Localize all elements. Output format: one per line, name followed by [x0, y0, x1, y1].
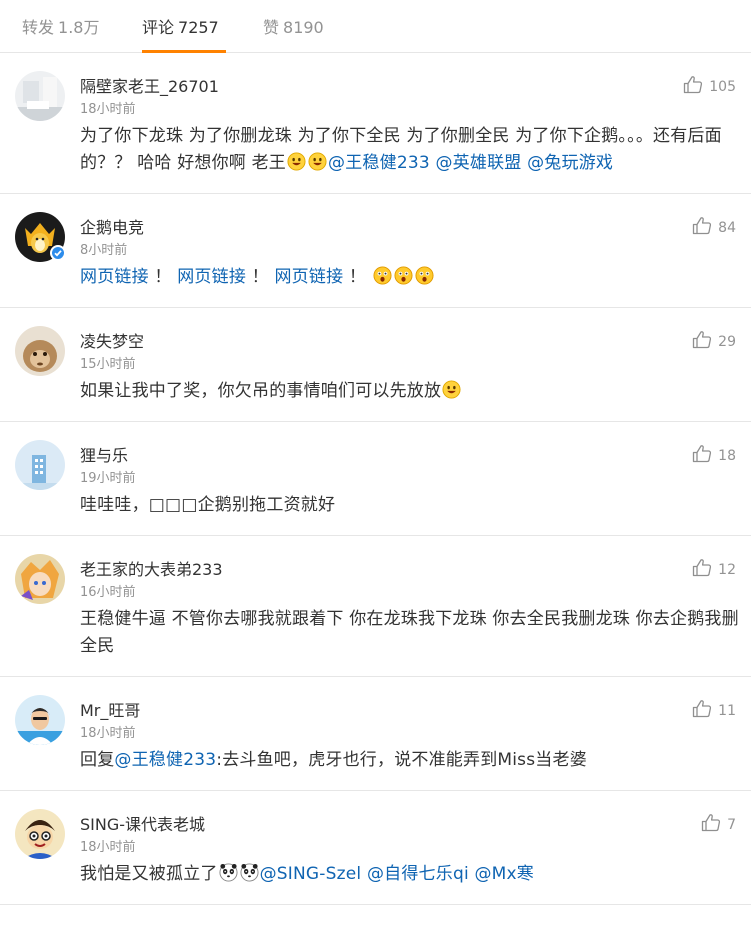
thumbs-up-icon [692, 216, 712, 239]
comment-body: 如果让我中了奖，你欠吊的事情咱们可以先放放 [80, 381, 442, 401]
comment-list: 隔壁家老王_26701 18小时前 105 为了你下龙珠 为了你删龙珠 为了你下… [0, 53, 751, 905]
grin-emoji [308, 152, 327, 171]
comment-username[interactable]: Mr_旺哥 [80, 697, 140, 721]
comment-username[interactable]: 狸与乐 [80, 442, 128, 466]
mention-link[interactable]: @自得七乐qi [367, 864, 469, 884]
comment-text: 哇哇哇，□□□企鹅别拖工资就好 [80, 492, 740, 519]
monkey-avatar[interactable] [15, 326, 65, 376]
comment-time: 18小时前 [80, 102, 136, 117]
comment-body: 哇哇哇，□□□企鹅别拖工资就好 [80, 495, 336, 515]
comment-time: 16小时前 [80, 585, 136, 600]
thumbs-up-icon [683, 75, 703, 98]
grin-emoji [442, 380, 461, 399]
thumbs-up-icon [692, 330, 712, 353]
like-count: 105 [709, 78, 736, 95]
comment-item: 企鹅电竞 8小时前 84 网页链接 ！ 网页链接 ！ 网页链接 ！ [0, 194, 751, 308]
like-button[interactable]: 18 [692, 444, 736, 467]
tab-likes[interactable]: 赞 8190 [263, 14, 324, 53]
comment-text: 我怕是又被孤立了 @SING-Szel @自得七乐qi @Mx寒 [80, 861, 740, 888]
comment-item: 狸与乐 19小时前 18 哇哇哇，□□□企鹅别拖工资就好 [0, 422, 751, 536]
shock-emoji [373, 266, 392, 285]
comment-username[interactable]: 老王家的大表弟233 [80, 556, 223, 580]
tab-count: 1.8万 [58, 18, 100, 37]
mention-link[interactable]: @SING-Szel [260, 864, 362, 884]
comment-text: 回复@王稳健233:去斗鱼吧，虎牙也行，说不准能弄到Miss当老婆 [80, 747, 740, 774]
web-link[interactable]: 网页链接 [177, 267, 246, 287]
comment-text: 王稳健牛逼 不管你去哪我就跟着下 你在龙珠我下龙珠 你去全民我删龙珠 你去企鹅我… [80, 606, 740, 660]
comment-body: :去斗鱼吧，虎牙也行，说不准能弄到Miss当老婆 [216, 750, 587, 770]
comment-time: 15小时前 [80, 357, 136, 372]
separator-text: ！ [154, 267, 172, 287]
like-count: 12 [718, 561, 736, 578]
like-button[interactable]: 12 [692, 558, 736, 581]
shock-emoji [394, 266, 413, 285]
shock-emoji [415, 266, 434, 285]
like-button[interactable]: 11 [692, 699, 736, 722]
like-button[interactable]: 84 [692, 216, 736, 239]
like-button[interactable]: 29 [692, 330, 736, 353]
tab-reposts[interactable]: 转发 1.8万 [22, 14, 99, 53]
comment-text: 为了你下龙珠 为了你删龙珠 为了你下全民 为了你删全民 为了你下企鹅。。。还有后… [80, 123, 740, 177]
panda-emoji [219, 863, 238, 882]
like-count: 7 [727, 816, 736, 833]
separator-text: ！ [251, 267, 269, 287]
comment-username[interactable]: SING-课代表老城 [80, 811, 205, 835]
tab-count: 7257 [178, 18, 219, 37]
comment-time: 19小时前 [80, 471, 136, 486]
comment-username[interactable]: 凌失梦空 [80, 328, 144, 352]
like-button[interactable]: 105 [683, 75, 736, 98]
comment-item: 凌失梦空 15小时前 29 如果让我中了奖，你欠吊的事情咱们可以先放放 [0, 308, 751, 422]
web-link[interactable]: 网页链接 [80, 267, 149, 287]
man-avatar[interactable] [15, 695, 65, 745]
mention-link[interactable]: @王稳健233 [328, 153, 430, 173]
tab-label: 转发 [22, 18, 55, 37]
tab-comments[interactable]: 评论 7257 [142, 14, 226, 53]
thumbs-up-icon [692, 699, 712, 722]
like-count: 84 [718, 219, 736, 236]
comment-body: 我怕是又被孤立了 [80, 864, 218, 884]
comment-username[interactable]: 隔壁家老王_26701 [80, 73, 219, 97]
separator-text: ！ [348, 267, 367, 287]
building-avatar[interactable] [15, 440, 65, 490]
comment-text: 网页链接 ！ 网页链接 ！ 网页链接 ！ [80, 264, 740, 291]
comment-item: Mr_旺哥 18小时前 11 回复@王稳健233:去斗鱼吧，虎牙也行，说不准能弄… [0, 677, 751, 791]
comment-time: 8小时前 [80, 243, 128, 258]
mention-link[interactable]: @英雄联盟 [435, 153, 521, 173]
mention-link[interactable]: @王稳健233 [114, 750, 216, 770]
comment-body: 王稳健牛逼 不管你去哪我就跟着下 你在龙珠我下龙珠 你去全民我删龙珠 你去企鹅我… [80, 609, 739, 656]
comment-time: 18小时前 [80, 726, 136, 741]
comment-item: 隔壁家老王_26701 18小时前 105 为了你下龙珠 为了你删龙珠 为了你下… [0, 53, 751, 194]
like-button[interactable]: 7 [701, 813, 736, 836]
reply-prefix: 回复 [80, 750, 115, 770]
comment-time: 18小时前 [80, 840, 136, 855]
like-count: 18 [718, 447, 736, 464]
cartoon-boy-avatar[interactable] [15, 809, 65, 859]
thumbs-up-icon [692, 444, 712, 467]
anime-avatar[interactable] [15, 554, 65, 604]
web-link[interactable]: 网页链接 [274, 267, 343, 287]
mention-link[interactable]: @兔玩游戏 [527, 153, 613, 173]
thumbs-up-icon [701, 813, 721, 836]
tab-label: 赞 [263, 18, 280, 37]
comment-tabs: 转发 1.8万 评论 7257 赞 8190 [0, 0, 751, 53]
grin-emoji [287, 152, 306, 171]
mention-link[interactable]: @Mx寒 [474, 864, 534, 884]
tab-label: 评论 [142, 18, 175, 37]
thumbs-up-icon [692, 558, 712, 581]
comment-text: 如果让我中了奖，你欠吊的事情咱们可以先放放 [80, 378, 740, 405]
verified-badge-icon [50, 245, 66, 261]
like-count: 29 [718, 333, 736, 350]
comment-item: 老王家的大表弟233 16小时前 12 王稳健牛逼 不管你去哪我就跟着下 你在龙… [0, 536, 751, 677]
panda-emoji [240, 863, 259, 882]
comment-item: SING-课代表老城 18小时前 7 我怕是又被孤立了 @SING-Szel @自… [0, 791, 751, 905]
comment-username[interactable]: 企鹅电竞 [80, 214, 144, 238]
white-room-avatar[interactable] [15, 71, 65, 121]
tab-count: 8190 [283, 18, 324, 37]
like-count: 11 [718, 702, 736, 719]
